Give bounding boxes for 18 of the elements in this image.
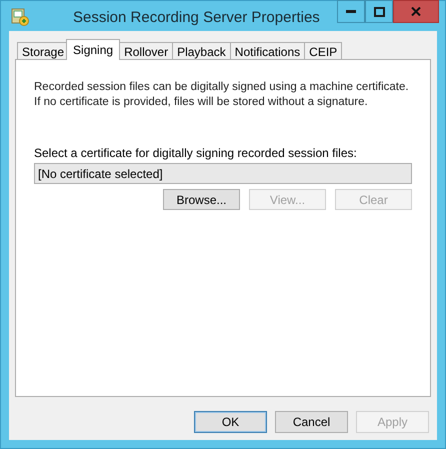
maximize-icon <box>374 6 384 16</box>
tab[interactable]: Signing <box>66 39 120 60</box>
dialog-button[interactable]: Cancel <box>275 411 348 433</box>
close-icon <box>411 7 421 16</box>
maximize-button[interactable] <box>365 0 393 23</box>
certificate-button[interactable]: Browse... <box>163 189 240 210</box>
certificate-field[interactable]: [No certificate selected] <box>34 163 412 184</box>
tab[interactable]: CEIP <box>304 42 342 60</box>
description-text: If no certificate is provided, files will be stored without a signature. <box>34 95 369 110</box>
server-properties-icon <box>11 8 29 26</box>
minimize-button[interactable] <box>337 0 365 23</box>
tab[interactable]: Playback <box>172 42 231 60</box>
window-title: Session Recording Server Properties <box>73 9 320 26</box>
description-text: Recorded session files can be digitally signed using a machine certificate. <box>34 80 410 95</box>
close-button[interactable] <box>393 0 439 23</box>
certificate-label: Select a certificate for digitally signing recorded session files: <box>34 146 358 160</box>
dialog-button[interactable]: OK <box>194 411 267 433</box>
minimize-icon <box>346 10 356 13</box>
